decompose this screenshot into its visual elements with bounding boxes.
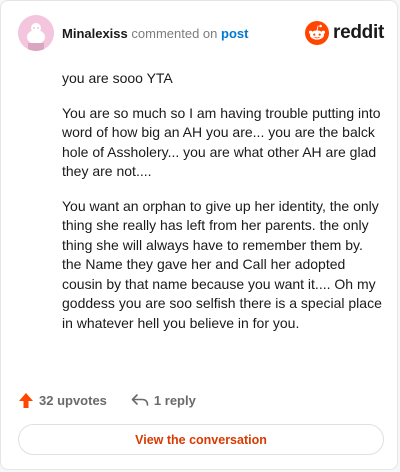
comment-paragraph: you are sooo YTA — [62, 70, 173, 86]
comment-actions: 32 upvotes 1 reply — [18, 390, 196, 410]
reply-count: 1 reply — [153, 392, 196, 408]
reddit-alien-icon — [305, 21, 330, 45]
embedded-comment-card: Minalexiss commented on post reddit you … — [0, 0, 398, 470]
view-conversation-button[interactable]: View the conversation — [18, 424, 384, 455]
upvote-button[interactable]: 32 upvotes — [18, 392, 107, 409]
reply-arrow-icon — [131, 394, 149, 406]
comment-paragraph: You are so much so I am having trouble p… — [62, 104, 381, 180]
commented-on-text: commented on — [131, 25, 218, 41]
snoo-avatar-icon — [18, 15, 54, 51]
comment-meta: Minalexiss commented on post — [62, 26, 248, 41]
comment-body: you are sooo YTA You are so much so I am… — [62, 69, 384, 348]
upvote-arrow-icon — [19, 392, 33, 408]
upvote-count: 32 upvotes — [39, 392, 107, 408]
reply-button[interactable]: 1 reply — [131, 393, 196, 408]
reddit-logo[interactable]: reddit — [305, 21, 384, 45]
avatar[interactable] — [18, 15, 54, 51]
username-link[interactable]: Minalexiss — [62, 26, 128, 41]
comment-header: Minalexiss commented on post reddit — [18, 15, 384, 51]
comment-paragraph: You want an orphan to give up her identi… — [62, 197, 382, 331]
post-link[interactable]: post — [221, 26, 248, 41]
reddit-wordmark: reddit — [333, 22, 384, 43]
